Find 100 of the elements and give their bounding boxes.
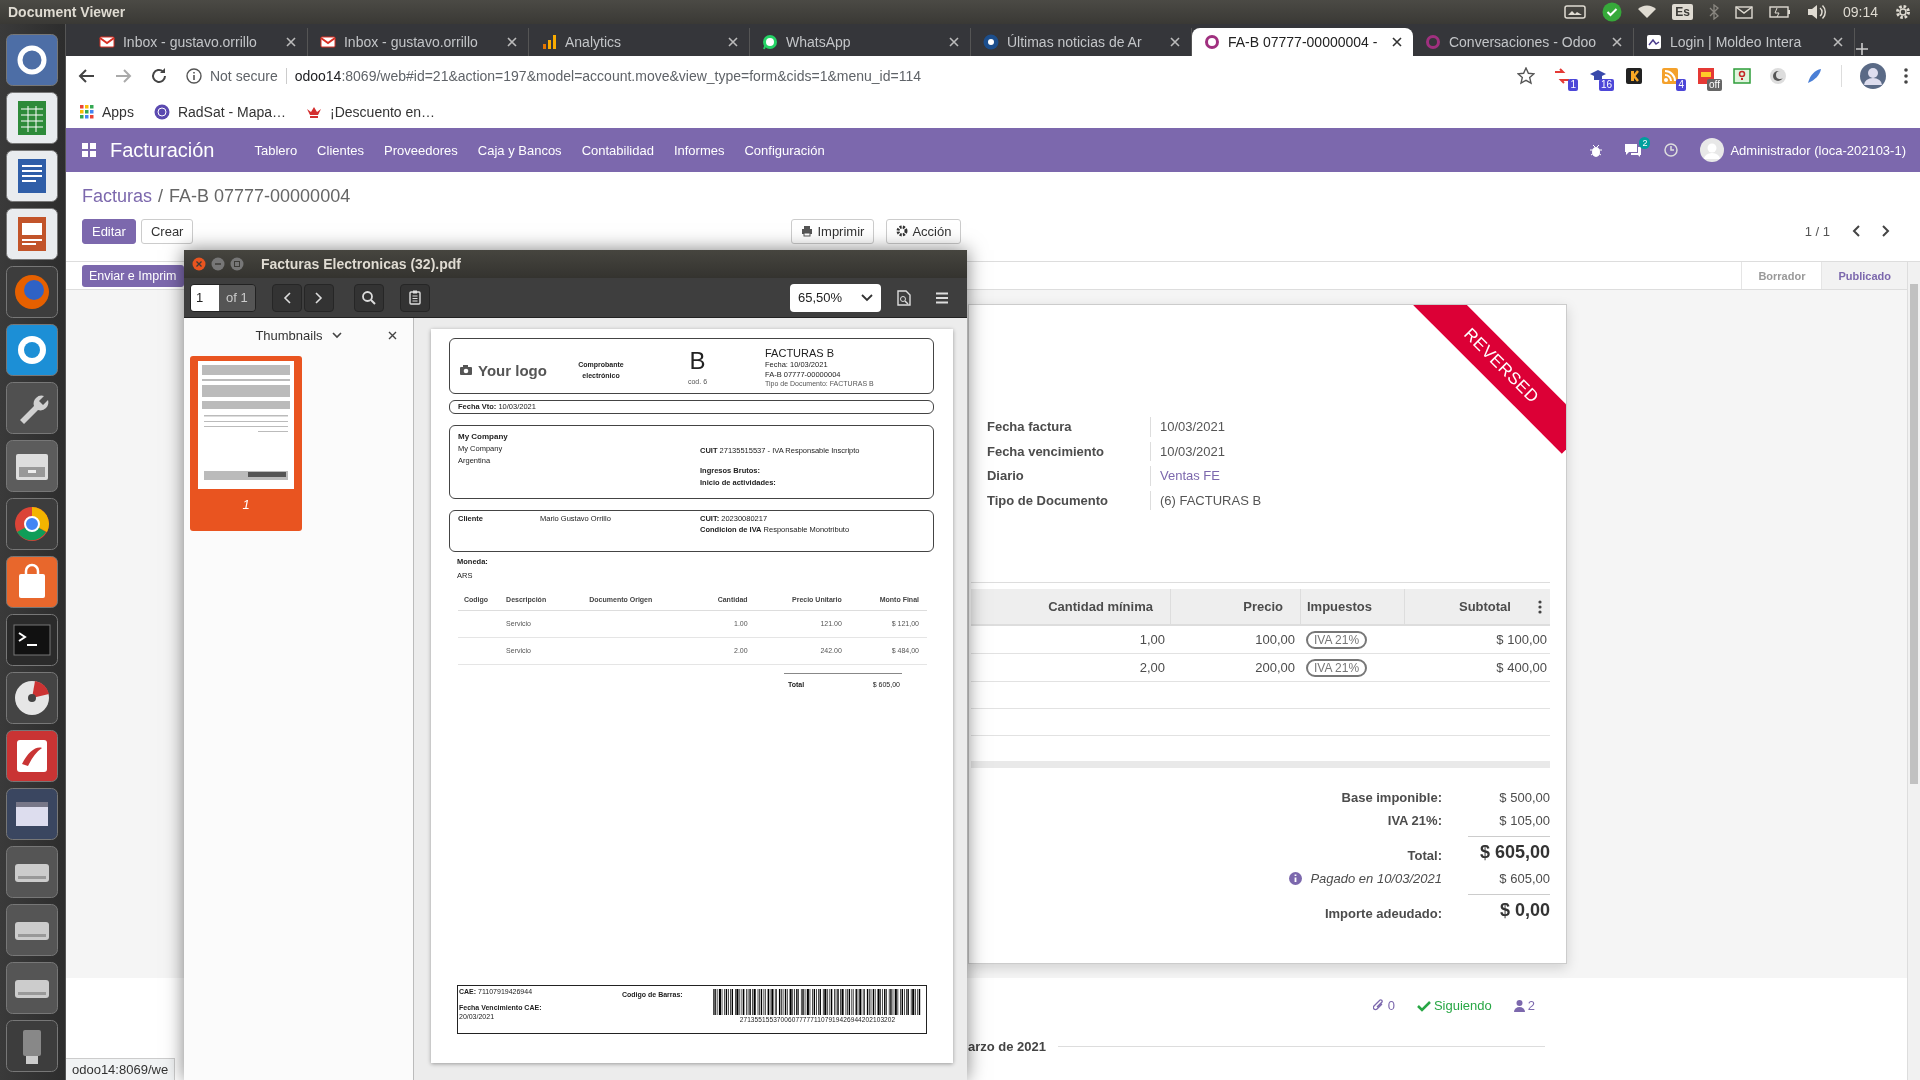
breadcrumb-link[interactable]: Facturas [81,186,152,207]
volume-icon[interactable] [1806,4,1827,20]
bookmark-link[interactable]: RadSat - Mapa… [177,104,287,120]
disk-drive-icon[interactable] [6,904,59,956]
close-icon[interactable] [1168,36,1181,48]
close-icon[interactable] [1831,36,1844,48]
field-link[interactable]: Ventas FE [1149,466,1380,486]
browser-tab[interactable]: Últimas noticias de Ar [970,28,1192,56]
shopping-bag-icon[interactable] [6,556,59,608]
close-icon[interactable] [1610,36,1623,48]
star-icon[interactable] [1517,67,1535,85]
menu-item[interactable]: Proveedores [384,142,458,158]
close-icon[interactable] [947,36,960,48]
menu-item[interactable]: Clientes [317,142,365,158]
dropdown-button[interactable]: Acción [886,218,962,244]
menu-icon[interactable] [935,291,949,304]
column-header[interactable]: Subtotal [1403,589,1528,624]
status-stage[interactable]: Publicado [1821,262,1907,289]
avatar-icon[interactable] [1860,63,1886,89]
feather-icon[interactable] [1805,67,1823,85]
send-print-button[interactable]: Enviar e Imprim [81,264,184,287]
search-button[interactable] [353,283,384,312]
spreadsheet-icon[interactable] [6,92,59,144]
check-icon[interactable] [1416,999,1431,1012]
check-icon[interactable] [1602,2,1623,22]
maximize-icon[interactable] [230,257,244,271]
square-icon[interactable] [1625,67,1643,85]
info-icon[interactable] [185,68,202,84]
person-icon[interactable] [1513,999,1525,1012]
bluetooth-icon[interactable] [1708,4,1719,20]
browser-icon[interactable] [6,266,59,318]
chat-bubble-icon[interactable] [6,324,59,376]
menu-item[interactable]: Tablero [254,142,298,158]
plus-icon[interactable] [1854,42,1869,56]
browser-tab[interactable]: Inbox - gustavo.orrillo [307,28,529,56]
menu-item[interactable]: Informes [673,142,725,158]
info-icon[interactable] [1289,872,1303,885]
scrollbar[interactable] [1907,262,1920,1080]
page-thumbnail[interactable]: 1 [190,356,302,531]
column-header[interactable]: Impuestos [1299,589,1404,624]
window-icon[interactable] [6,788,59,840]
bookmark-link[interactable]: ¡Descuento en… [330,104,436,120]
close-icon[interactable] [388,330,397,340]
disk-drive-icon[interactable] [6,846,59,898]
cloud-drive-icon[interactable] [1564,5,1587,19]
minimize-icon[interactable] [211,257,225,271]
browser-tab[interactable]: Login | Moldeo Intera [1633,28,1855,56]
attachment-count[interactable]: 0 [1387,998,1395,1013]
zoom-dropdown[interactable]: 65,50% [790,283,881,312]
browser-tab[interactable]: WhatsApp [749,28,971,56]
settings-icon[interactable] [1894,3,1912,21]
browser-tab[interactable]: Analytics [528,28,750,56]
usb-drive-icon[interactable] [6,1020,59,1072]
user-menu[interactable]: Administrador (loca-202103-1) [1730,142,1906,158]
browser-tab[interactable]: Inbox - gustavo.orrillo [86,28,308,56]
mail-icon[interactable] [1734,5,1753,19]
menu-item[interactable]: Caja y Bancos [477,142,562,158]
previous-icon[interactable] [1852,225,1860,237]
close-icon[interactable] [1390,36,1403,48]
column-header[interactable]: Cantidad mínima [970,589,1170,624]
back-icon[interactable] [77,67,96,85]
security-label[interactable]: Not secure [209,68,287,84]
moon-icon[interactable] [1769,67,1787,85]
presentation-icon[interactable] [6,208,59,260]
bookmark-link[interactable]: Apps [101,104,134,120]
apps-menu-icon[interactable] [81,143,96,157]
disk-drive-icon[interactable] [6,962,59,1014]
chat-icon[interactable] [1624,142,1643,158]
arrows-icon[interactable] [1553,67,1571,85]
battery-icon[interactable] [1768,6,1791,18]
column-options-icon[interactable] [1537,599,1542,614]
paperclip-icon[interactable] [1372,999,1385,1012]
follower-count[interactable]: 2 [1527,998,1535,1013]
app-title[interactable]: Facturación [109,138,215,162]
sidebar-title[interactable]: Thumbnails [255,327,342,343]
close-icon[interactable] [284,36,297,48]
annotations-button[interactable] [399,283,430,312]
previous-page-button[interactable] [271,283,302,312]
more-menu-icon[interactable] [1904,68,1908,84]
browser-tab[interactable]: FA-B 07777-00000004 - [1191,28,1413,56]
menu-item[interactable]: Configuración [744,142,825,158]
avatar-icon[interactable] [1700,138,1725,162]
menu-item[interactable]: Contabilidad [581,142,654,158]
action-button[interactable]: Editar [81,218,136,244]
help-icon[interactable] [1733,67,1751,85]
next-icon[interactable] [1882,225,1890,237]
wrench-icon[interactable] [6,382,59,434]
action-button[interactable]: Crear [140,218,194,244]
next-page-button[interactable] [303,283,334,312]
keyboard-layout-indicator[interactable]: Es [1672,4,1693,20]
reload-icon[interactable] [149,67,168,85]
dropdown-button[interactable]: Imprimir [791,218,875,244]
pen-icon[interactable] [6,730,59,782]
column-header[interactable]: Precio [1169,589,1300,624]
drawer-icon[interactable] [6,440,59,492]
document-icon[interactable] [6,150,59,202]
terminal-icon[interactable] [6,614,59,666]
round-browser-icon[interactable] [6,498,59,550]
feed-icon[interactable] [1661,67,1679,85]
circle-logo-icon[interactable] [6,34,59,86]
